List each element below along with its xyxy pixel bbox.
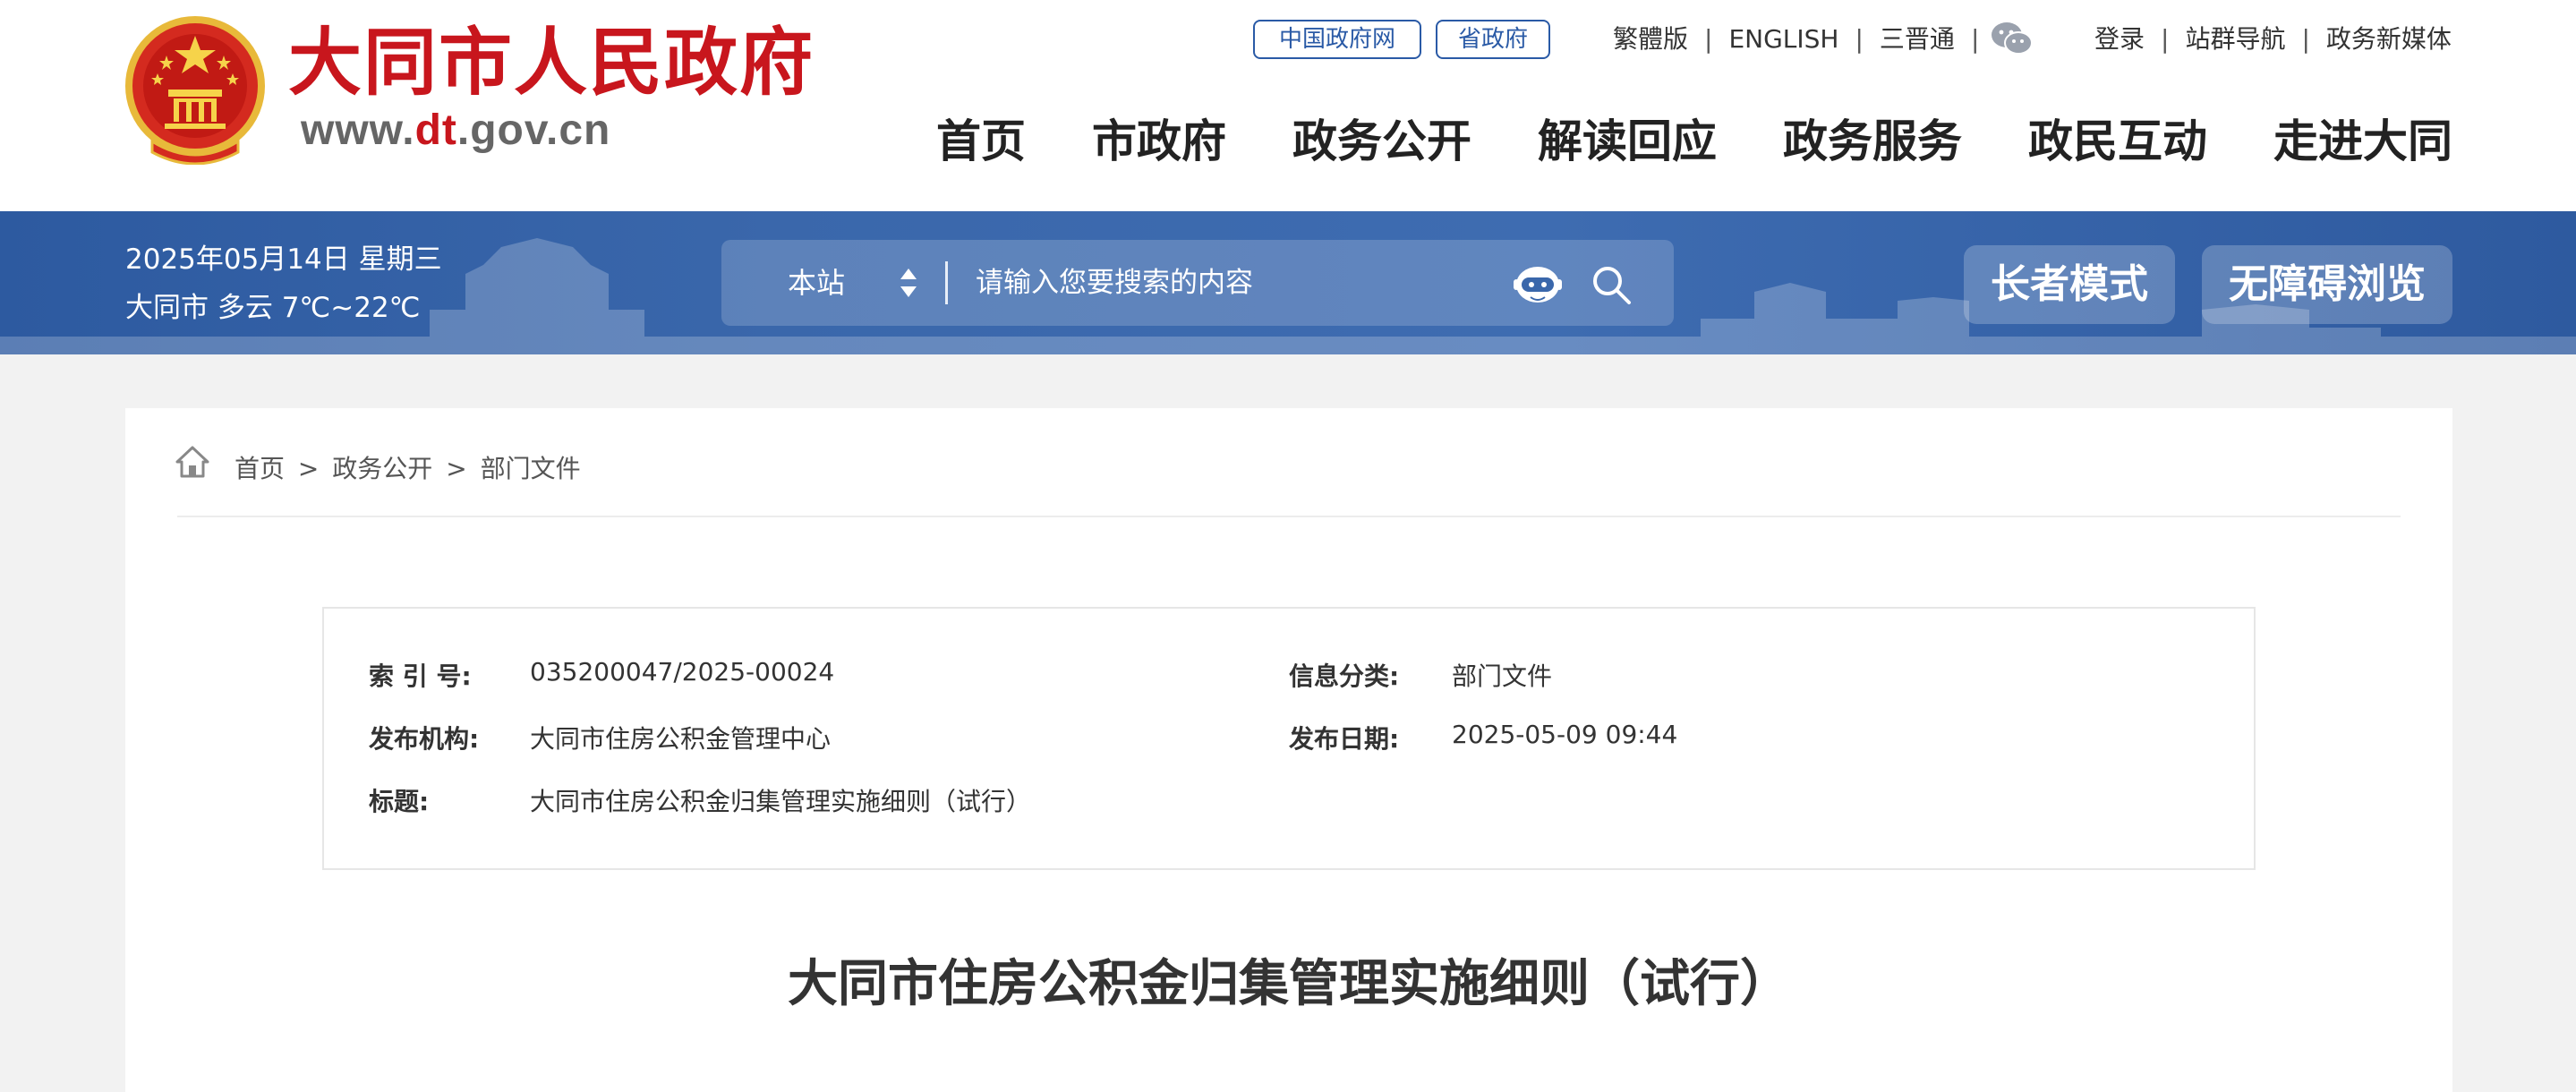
search-icon[interactable] bbox=[1590, 263, 1633, 306]
robot-assistant-icon[interactable] bbox=[1513, 261, 1563, 306]
nav-about-datong[interactable]: 走进大同 bbox=[2273, 106, 2452, 177]
sanjintong-link[interactable]: 三晋通 bbox=[1880, 24, 1955, 54]
separator: | bbox=[1704, 24, 1713, 54]
breadcrumb-separator: > bbox=[297, 454, 320, 483]
sort-arrows-icon[interactable] bbox=[899, 267, 918, 299]
publish-date-label: 发布日期: bbox=[1289, 724, 1400, 754]
site-url-red: dt bbox=[414, 107, 457, 154]
breadcrumb-gov-affairs[interactable]: 政务公开 bbox=[332, 454, 432, 483]
publish-date-value: 2025-05-09 09:44 bbox=[1452, 720, 1678, 749]
category-label: 信息分类: bbox=[1289, 661, 1400, 691]
main-nav: 首页 市政府 政务公开 解读回应 政务服务 政民互动 走进大同 bbox=[870, 106, 2452, 177]
publisher-label: 发布机构: bbox=[369, 724, 480, 754]
breadcrumb-dept-docs[interactable]: 部门文件 bbox=[481, 454, 581, 483]
article-title: 大同市住房公积金归集管理实施细则（试行） bbox=[788, 955, 1790, 1013]
breadcrumb-separator: > bbox=[446, 454, 467, 483]
china-gov-link[interactable]: 中国政府网 bbox=[1253, 20, 1421, 59]
elder-mode-button[interactable]: 长者模式 bbox=[1964, 245, 2175, 324]
nav-gov-services[interactable]: 政务服务 bbox=[1783, 106, 1962, 177]
site-url-suffix: .gov.cn bbox=[456, 107, 611, 154]
site-group-nav-link[interactable]: 站群导航 bbox=[2185, 24, 2285, 54]
category-value: 部门文件 bbox=[1452, 661, 1553, 691]
separator: | bbox=[2161, 24, 2170, 54]
breadcrumb-home[interactable]: 首页 bbox=[235, 454, 285, 483]
breadcrumb: 首页 > 政务公开 > 部门文件 bbox=[235, 442, 581, 496]
weather-info: 大同市 多云 7℃~22℃ bbox=[125, 292, 421, 324]
english-link[interactable]: ENGLISH bbox=[1728, 24, 1838, 54]
province-gov-link[interactable]: 省政府 bbox=[1436, 20, 1550, 59]
nav-interaction[interactable]: 政民互动 bbox=[2028, 106, 2207, 177]
title-label: 标题: bbox=[369, 787, 430, 816]
separator: | bbox=[1970, 24, 1980, 54]
index-number-value: 035200047/2025-00024 bbox=[530, 657, 835, 687]
site-title[interactable]: 大同市人民政府 bbox=[288, 18, 815, 107]
publisher-value: 大同市住房公积金管理中心 bbox=[530, 724, 832, 754]
nav-city-gov[interactable]: 市政府 bbox=[1092, 106, 1226, 177]
language-links: 繁體版 | ENGLISH | 三晋通 | bbox=[1613, 20, 1995, 59]
site-header: 大同市人民政府 www.dt.gov.cn 中国政府网 省政府 繁體版 | ENGL… bbox=[0, 0, 2576, 211]
home-icon[interactable] bbox=[175, 444, 209, 482]
article-container: 首页 > 政务公开 > 部门文件 索 引 号: 035200047/2025-0… bbox=[125, 408, 2452, 1092]
search-input[interactable] bbox=[976, 254, 1504, 311]
breadcrumb-divider bbox=[177, 516, 2401, 517]
separator: | bbox=[2301, 24, 2310, 54]
nav-gov-affairs-open[interactable]: 政务公开 bbox=[1292, 106, 1471, 177]
separator: | bbox=[1855, 24, 1864, 54]
document-info-panel: 索 引 号: 035200047/2025-00024 信息分类: 部门文件 发… bbox=[322, 607, 2256, 870]
traditional-link[interactable]: 繁體版 bbox=[1613, 24, 1688, 54]
search-box: 本站 bbox=[721, 240, 1674, 326]
title-value: 大同市住房公积金归集管理实施细则（试行） bbox=[530, 787, 1032, 816]
login-link[interactable]: 登录 bbox=[2094, 24, 2145, 54]
index-number-label: 索 引 号: bbox=[369, 661, 472, 691]
utility-bar: 2025年05月14日 星期三 大同市 多云 7℃~22℃ 本站 长者模式 无障… bbox=[0, 211, 2576, 354]
wechat-icon[interactable] bbox=[1991, 21, 2034, 55]
nav-interpretation[interactable]: 解读回应 bbox=[1538, 106, 1717, 177]
search-divider bbox=[945, 261, 948, 304]
nav-home[interactable]: 首页 bbox=[936, 106, 1026, 177]
user-links: 登录 | 站群导航 | 政务新媒体 bbox=[2094, 20, 2452, 59]
site-url-prefix: www. bbox=[301, 107, 415, 154]
accessible-browse-button[interactable]: 无障碍浏览 bbox=[2202, 245, 2452, 324]
national-emblem-icon[interactable] bbox=[125, 16, 265, 165]
site-url: www.dt.gov.cn bbox=[301, 106, 610, 155]
current-date: 2025年05月14日 星期三 bbox=[125, 243, 442, 276]
search-scope-select[interactable]: 本站 bbox=[788, 240, 845, 326]
new-media-link[interactable]: 政务新媒体 bbox=[2326, 24, 2452, 54]
